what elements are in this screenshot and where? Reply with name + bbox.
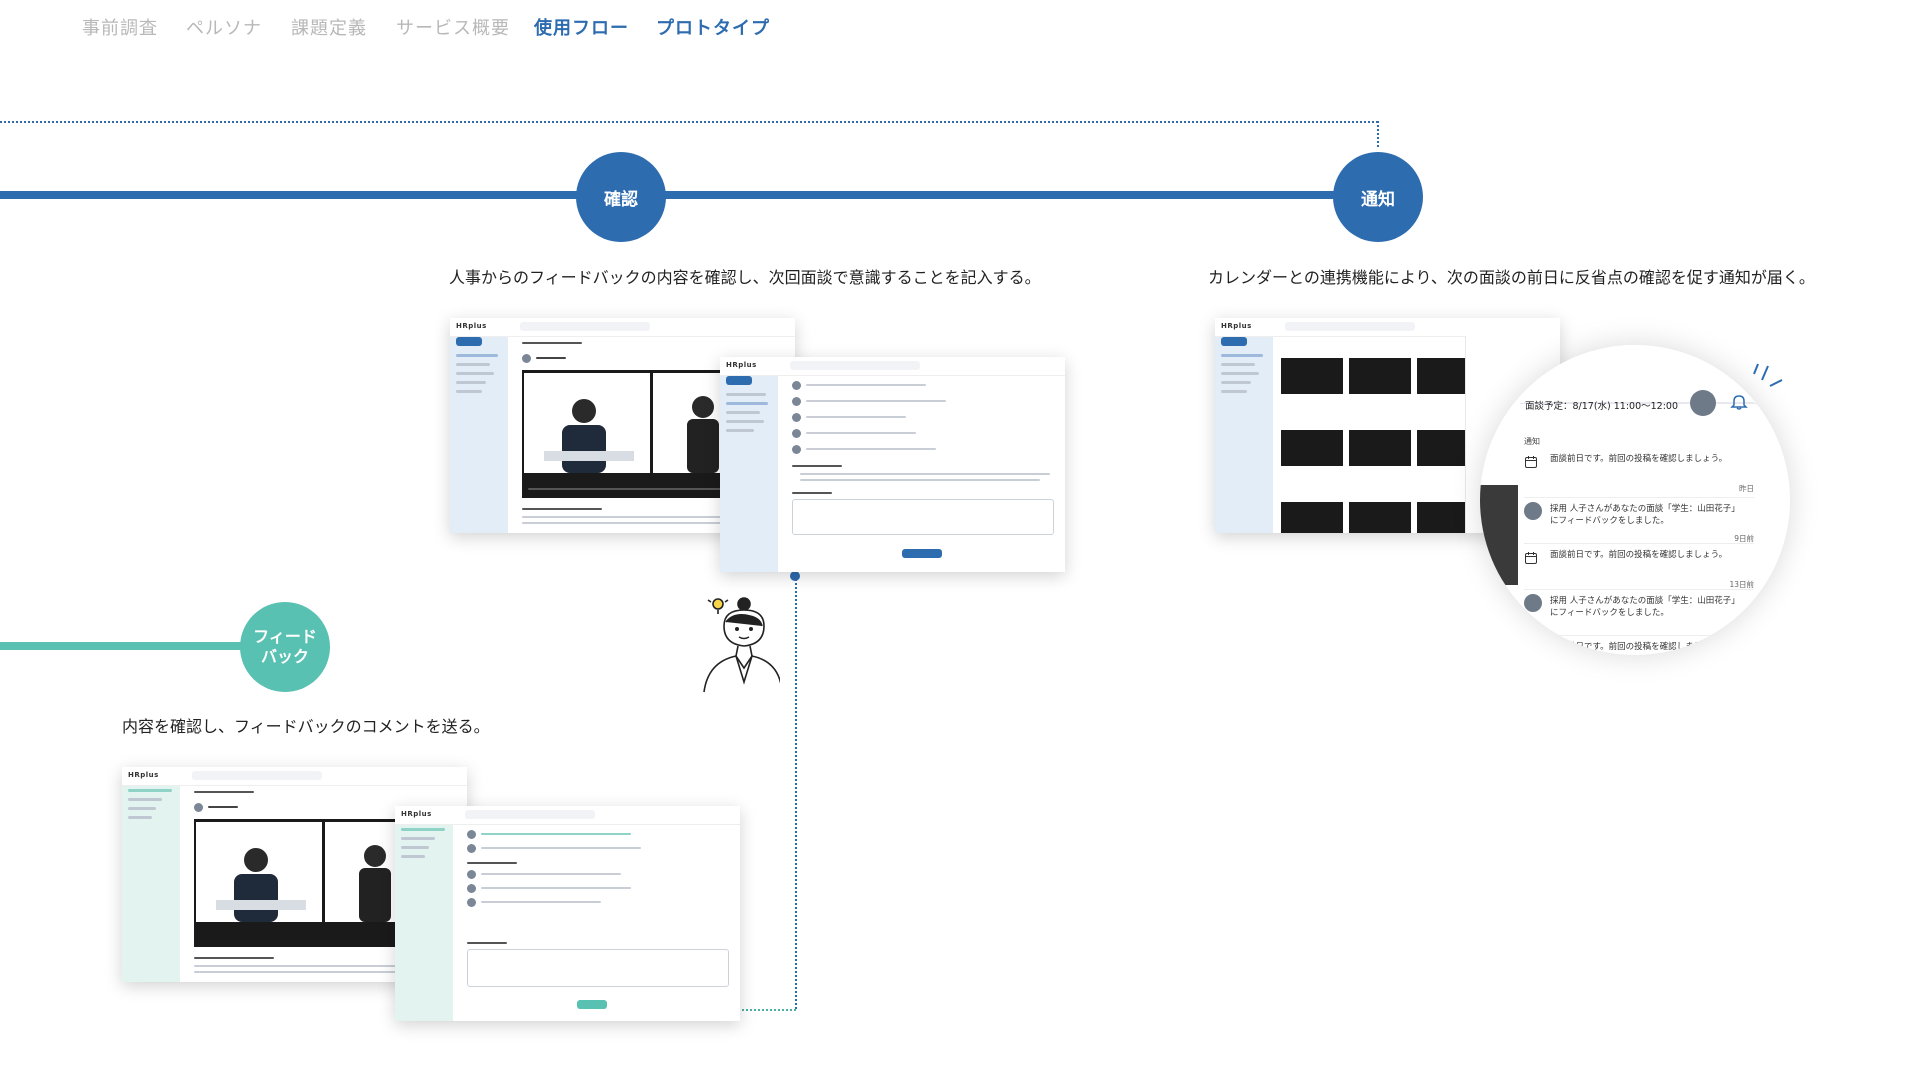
avatar	[1524, 502, 1542, 520]
dotted-connector-top	[0, 121, 1378, 123]
step-notify-label: 通知	[1361, 189, 1395, 210]
connector-dot-blue	[790, 571, 800, 581]
timeline-bar-teal	[0, 642, 260, 650]
send-button[interactable]	[577, 1000, 607, 1009]
ring-marks	[1753, 363, 1783, 387]
calendar-icon	[1525, 645, 1537, 655]
step-feedback-desc: 内容を確認し、フィードバックのコメントを送る。	[122, 717, 490, 736]
feedback-textarea[interactable]	[467, 949, 729, 987]
search-bar[interactable]	[520, 322, 650, 331]
app-logo: HRplus	[1221, 322, 1252, 330]
sidebar	[395, 806, 453, 1021]
notification-zoom: 面談予定：8/17(水) 11:00〜12:00 通知 面談前日です。前回の投稿…	[1480, 345, 1790, 655]
avatar	[1524, 594, 1542, 612]
step-notify-desc: カレンダーとの連携機能により、次の面談の前日に反省点の確認を促す通知が届く。	[1208, 268, 1815, 287]
app-logo: HRplus	[401, 810, 432, 818]
step-confirm-label: 確認	[604, 189, 638, 210]
nav-item-prototype[interactable]: プロトタイプ	[656, 14, 770, 40]
app-logo: HRplus	[128, 771, 159, 779]
sidebar	[122, 767, 180, 982]
sidebar	[1215, 318, 1273, 533]
step-notify-circle: 通知	[1333, 152, 1423, 242]
screenshot-confirm-comment: HRplus	[720, 357, 1065, 572]
top-nav: 事前調査 ペルソナ 課題定義 サービス概要 使用フロー プロトタイプ	[0, 0, 1920, 60]
sidebar	[720, 357, 778, 572]
dotted-connector-drop	[1377, 121, 1379, 147]
step-confirm-desc: 人事からのフィードバックの内容を確認し、次回面談で意識することを記入する。	[449, 268, 1041, 287]
step-feedback-label: フィード バック	[253, 627, 317, 666]
step-feedback-circle: フィード バック	[240, 602, 330, 692]
nav-item-problem[interactable]: 課題定義	[291, 14, 367, 40]
app-logo: HRplus	[456, 322, 487, 330]
dotted-connector-vertical	[795, 576, 797, 1009]
search-bar[interactable]	[1285, 322, 1415, 331]
nav-item-research[interactable]: 事前調査	[82, 14, 158, 40]
nav-item-flow[interactable]: 使用フロー	[534, 14, 629, 40]
timeline-bar-blue	[0, 191, 1378, 199]
schedule-label: 面談予定：8/17(水) 11:00〜12:00	[1525, 401, 1679, 412]
comment-textarea[interactable]	[792, 499, 1054, 535]
sidebar	[450, 318, 508, 533]
calendar-icon	[1525, 456, 1537, 468]
app-logo: HRplus	[726, 361, 757, 369]
step-confirm-circle: 確認	[576, 152, 666, 242]
screenshot-feedback-comment: HRplus	[395, 806, 740, 1021]
search-bar[interactable]	[465, 810, 595, 819]
nav-item-service[interactable]: サービス概要	[396, 14, 510, 40]
search-bar[interactable]	[192, 771, 322, 780]
calendar-icon	[1525, 552, 1537, 564]
submit-button[interactable]	[902, 549, 942, 558]
user-avatar[interactable]	[1690, 390, 1716, 416]
person-illustration	[703, 597, 780, 693]
nav-item-persona[interactable]: ペルソナ	[186, 14, 262, 40]
notification-title: 通知	[1524, 437, 1540, 446]
search-bar[interactable]	[790, 361, 920, 370]
bell-icon[interactable]	[1730, 393, 1748, 411]
